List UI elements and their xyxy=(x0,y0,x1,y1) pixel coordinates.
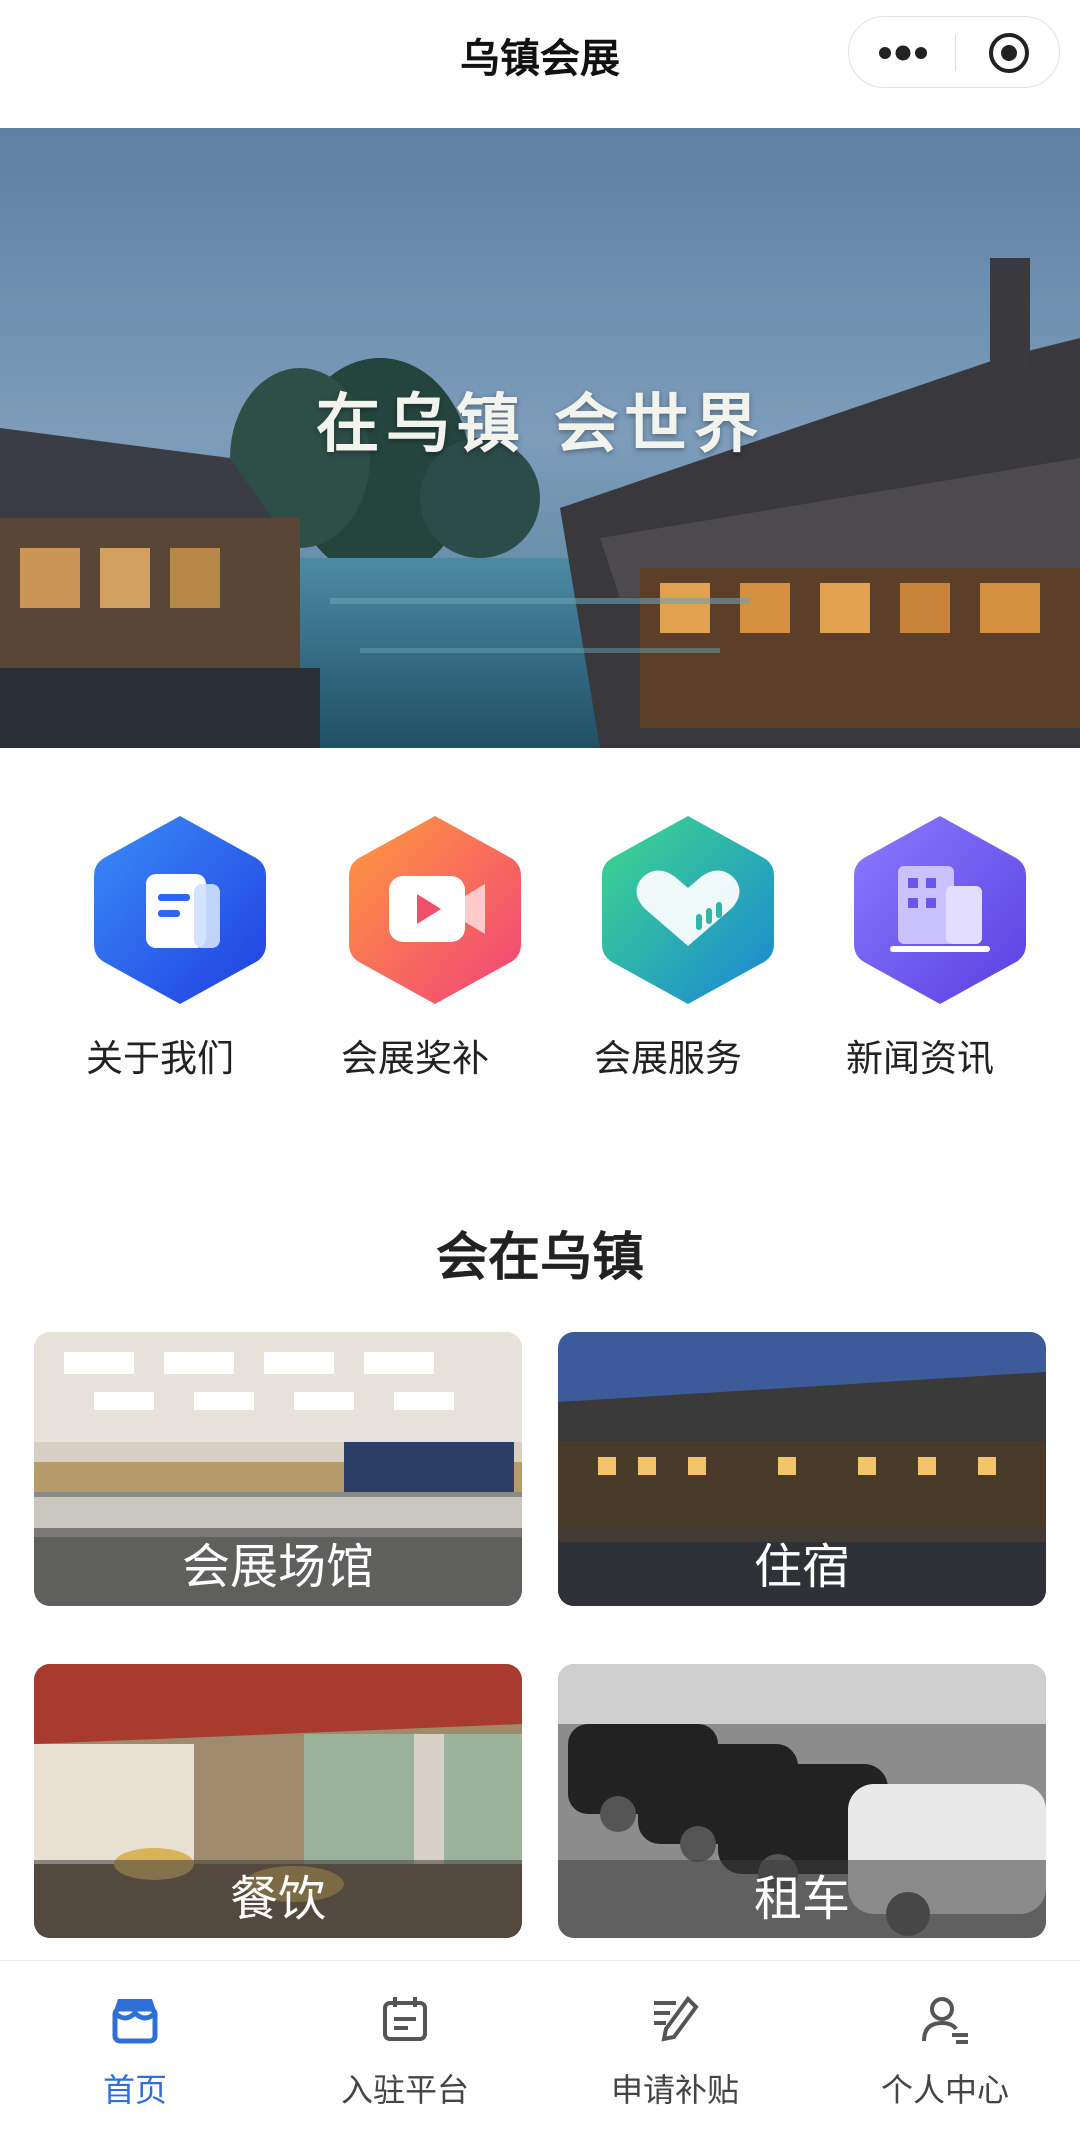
tab-apply-subsidy[interactable]: 申请补贴 xyxy=(540,1961,810,2137)
card-label: 会展场馆 xyxy=(34,1528,522,1606)
section-title: 会在乌镇 xyxy=(435,1228,644,1288)
capsule-divider xyxy=(955,35,956,71)
tab-label: 入驻平台 xyxy=(340,2071,469,2109)
card-label: 餐饮 xyxy=(34,1860,522,1938)
quick-link-label: 会展服务 xyxy=(594,1037,742,1080)
quick-link-label: 关于我们 xyxy=(86,1037,234,1080)
building-icon xyxy=(854,816,1026,1004)
quick-link-label: 会展奖补 xyxy=(341,1037,489,1080)
user-icon xyxy=(922,1997,968,2044)
card-car-rental[interactable]: 租车 xyxy=(558,1664,1046,1938)
tab-join-platform[interactable]: 入驻平台 xyxy=(270,1961,540,2137)
edit-list-icon xyxy=(654,1995,699,2042)
quick-link-exhibition-service[interactable]: 会展服务 xyxy=(548,810,788,1080)
tab-profile[interactable]: 个人中心 xyxy=(810,1961,1080,2137)
quick-link-label: 新闻资讯 xyxy=(846,1037,994,1080)
card-accommodation[interactable]: 住宿 xyxy=(558,1332,1046,1606)
store-icon xyxy=(112,1999,158,2044)
tab-label: 申请补贴 xyxy=(610,2071,739,2109)
card-venue[interactable]: 会展场馆 xyxy=(34,1332,522,1606)
hero-banner[interactable]: 在乌镇 会世界 xyxy=(0,128,1080,748)
document-icon xyxy=(94,816,266,1004)
more-icon[interactable] xyxy=(875,35,931,71)
calendar-icon xyxy=(383,1997,427,2041)
mini-program-capsule xyxy=(848,16,1060,88)
quick-link-news[interactable]: 新闻资讯 xyxy=(800,810,1040,1080)
video-play-icon xyxy=(349,816,521,1004)
tab-home[interactable]: 首页 xyxy=(0,1961,270,2137)
card-label: 住宿 xyxy=(558,1528,1046,1606)
heart-hand-icon xyxy=(602,816,774,1004)
quick-link-about-us[interactable]: 关于我们 xyxy=(40,810,280,1080)
tab-label: 个人中心 xyxy=(880,2071,1009,2109)
tab-label: 首页 xyxy=(102,2071,167,2109)
close-target-icon[interactable] xyxy=(987,31,1031,75)
bottom-tab-bar: 首页 入驻平台 申请补贴 个人中心 xyxy=(0,1960,1080,2137)
card-label: 租车 xyxy=(558,1860,1046,1938)
quick-link-exhibition-subsidy[interactable]: 会展奖补 xyxy=(295,810,535,1080)
quick-links-grid: 关于我们 会展奖补 会展服务 新闻资讯 xyxy=(0,810,1080,1100)
card-dining[interactable]: 餐饮 xyxy=(34,1664,522,1938)
banner-slogan: 在乌镇 会世界 xyxy=(315,387,765,462)
top-nav-bar: 乌镇会展 xyxy=(0,0,1080,128)
